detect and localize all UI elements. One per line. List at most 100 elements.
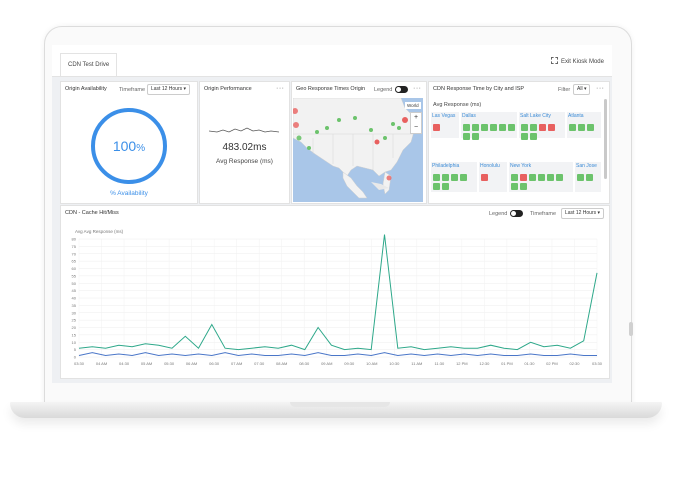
y-tick-label: 10: [72, 340, 77, 345]
timeframe-dropdown[interactable]: Last 12 Hours ▾: [147, 84, 191, 95]
geo-map[interactable]: [293, 98, 423, 202]
x-tick-label: 06 AM: [186, 361, 197, 366]
fast-isp-cell[interactable]: [463, 133, 470, 140]
availability-caption: % Availability: [110, 190, 148, 197]
x-tick-label: 01 PM: [501, 361, 513, 366]
performance-sparkline: [209, 127, 279, 133]
fast-isp-cell[interactable]: [511, 183, 518, 190]
city-cells: [433, 172, 477, 190]
fast-isp-cell[interactable]: [451, 174, 458, 181]
x-tick-label: 08:30: [299, 361, 310, 366]
zoom-in-button[interactable]: +: [411, 113, 421, 123]
fast-isp-cell[interactable]: [508, 124, 515, 131]
x-tick-label: 08 AM: [276, 361, 287, 366]
slow-isp-cell[interactable]: [433, 124, 440, 131]
y-tick-label: 60: [72, 266, 77, 271]
fast-isp-cell[interactable]: [499, 124, 506, 131]
city-tile[interactable]: New York: [509, 162, 573, 192]
fast-isp-cell[interactable]: [569, 124, 576, 131]
city-cells: [463, 122, 517, 140]
fast-isp-cell[interactable]: [530, 133, 537, 140]
map-world-label: World: [405, 102, 421, 109]
fast-isp-cell[interactable]: [442, 174, 449, 181]
fast-isp-cell[interactable]: [463, 124, 470, 131]
fast-isp-cell[interactable]: [460, 174, 467, 181]
fast-isp-cell[interactable]: [433, 183, 440, 190]
city-tile[interactable]: Atlanta: [567, 112, 601, 138]
y-tick-label: 45: [72, 288, 77, 293]
scrollbar[interactable]: [604, 99, 607, 179]
slow-isp-cell[interactable]: [548, 124, 555, 131]
fast-isp-cell[interactable]: [586, 174, 593, 181]
panel-title: Geo Response Times Origin: [296, 86, 366, 92]
panel-title: CDN - Cache Hit/Miss: [65, 210, 119, 216]
fast-isp-cell[interactable]: [587, 124, 594, 131]
fast-isp-cell[interactable]: [472, 124, 479, 131]
legend-toggle[interactable]: [510, 210, 523, 217]
zoom-out-button[interactable]: −: [411, 123, 421, 133]
y-tick-label: 25: [72, 318, 77, 323]
expand-icon: [550, 57, 558, 64]
filter-value: All: [577, 86, 583, 92]
city-tile[interactable]: Honolulu: [479, 162, 507, 192]
fast-isp-cell[interactable]: [521, 133, 528, 140]
city-cells: [577, 172, 601, 181]
slow-isp-cell[interactable]: [481, 174, 488, 181]
x-tick-label: 03:30: [74, 361, 85, 366]
availability-unit: %: [136, 143, 146, 154]
fast-isp-cell[interactable]: [556, 174, 563, 181]
fast-isp-cell[interactable]: [578, 124, 585, 131]
x-tick-label: 07 AM: [231, 361, 242, 366]
city-tile[interactable]: San Jose: [575, 162, 601, 192]
fast-isp-cell[interactable]: [481, 124, 488, 131]
fast-isp-cell[interactable]: [442, 183, 449, 190]
fast-isp-cell[interactable]: [538, 174, 545, 181]
fast-isp-cell[interactable]: [529, 174, 536, 181]
x-tick-label: 06:30: [209, 361, 220, 366]
city-tile[interactable]: Dallas: [461, 112, 517, 140]
y-tick-label: 40: [72, 296, 77, 301]
tab-cdn-test-drive[interactable]: CDN Test Drive: [60, 53, 118, 76]
city-tile[interactable]: Salt Lake City: [519, 112, 565, 140]
x-tick-label: 07:30: [254, 361, 265, 366]
slow-isp-cell[interactable]: [520, 174, 527, 181]
legend-toggle[interactable]: [395, 86, 408, 93]
y-tick-label: 0: [74, 355, 77, 360]
city-tile[interactable]: Philadelphia: [431, 162, 477, 192]
fast-isp-cell[interactable]: [521, 124, 528, 131]
fast-isp-cell[interactable]: [511, 174, 518, 181]
more-options-icon[interactable]: ···: [276, 85, 285, 92]
legend-label: Legend: [374, 87, 393, 93]
x-tick-label: 01:30: [524, 361, 535, 366]
city-name: Honolulu: [480, 163, 500, 169]
origin-performance-panel: Origin Performance ··· 483.02ms Avg Resp…: [199, 81, 290, 204]
fast-isp-cell[interactable]: [433, 174, 440, 181]
fast-isp-cell[interactable]: [547, 174, 554, 181]
city-name: San Jose: [576, 163, 597, 169]
geo-response-panel: Geo Response Times Origin Legend ··· Wor…: [291, 81, 427, 204]
fast-isp-cell[interactable]: [577, 174, 584, 181]
x-tick-label: 02:30: [569, 361, 580, 366]
timeframe-dropdown[interactable]: Last 12 Hours ▾: [561, 208, 605, 219]
cache-hit-miss-panel: CDN - Cache Hit/Miss Legend Timeframe La…: [60, 205, 610, 379]
filter-dropdown[interactable]: All ▾: [573, 84, 591, 95]
laptop-side-button: [629, 322, 633, 336]
y-tick-label: 80: [72, 237, 77, 242]
city-name: Philadelphia: [432, 163, 460, 169]
fast-isp-cell[interactable]: [490, 124, 497, 131]
series-line-1[interactable]: [78, 352, 597, 357]
more-options-icon[interactable]: ···: [413, 85, 422, 92]
y-tick-label: 70: [72, 251, 77, 256]
exit-kiosk-button[interactable]: Exit Kiosk Mode: [550, 57, 604, 65]
series-line-0[interactable]: [78, 234, 598, 351]
fast-isp-cell[interactable]: [530, 124, 537, 131]
x-tick-label: 05:30: [164, 361, 175, 366]
dashboard-screen: CDN Test Drive Exit Kiosk Mode Origin Av…: [52, 45, 612, 383]
fast-isp-cell[interactable]: [472, 133, 479, 140]
fast-isp-cell[interactable]: [520, 183, 527, 190]
x-tick-label: 05 AM: [141, 361, 152, 366]
x-tick-label: 12 PM: [456, 361, 468, 366]
slow-isp-cell[interactable]: [539, 124, 546, 131]
more-options-icon[interactable]: ···: [596, 85, 605, 92]
city-tile[interactable]: Las Vegas: [431, 112, 459, 138]
